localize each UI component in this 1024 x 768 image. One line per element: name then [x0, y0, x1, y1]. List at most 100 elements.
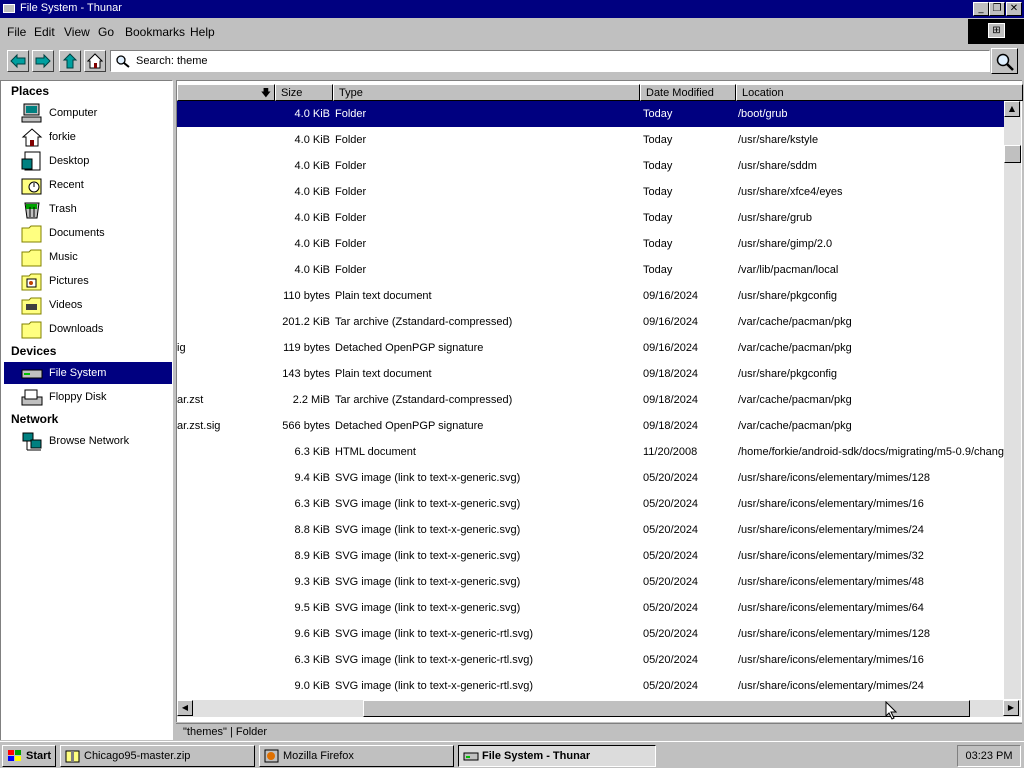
vertical-scroll-thumb[interactable]	[1004, 145, 1021, 163]
side-pane: Places Computer forkie Desktop Recent Tr…	[0, 80, 173, 740]
sidebar-item-file-system[interactable]: File System	[4, 362, 172, 384]
file-row[interactable]: 4.0 KiB Folder Today/usr/share/sddm	[177, 153, 1005, 179]
file-type: SVG image (link to text-x-generic.svg)	[335, 576, 521, 588]
sidebar-item-downloads[interactable]: Downloads	[4, 318, 172, 340]
file-location: /usr/share/icons/elementary/mimes/16	[738, 654, 924, 666]
file-date: 05/20/2024	[643, 472, 699, 484]
file-row[interactable]: 8.9 KiB SVG image (link to text-x-generic…	[177, 543, 1005, 569]
scroll-up-arrow[interactable]: ▲	[1004, 101, 1020, 117]
horizontal-scroll-thumb[interactable]	[363, 700, 970, 717]
file-type: Folder	[335, 108, 367, 120]
file-type: SVG image (link to text-x-generic.svg)	[335, 472, 521, 484]
sidebar-item-forkie[interactable]: forkie	[4, 126, 172, 148]
file-row[interactable]: 9.5 KiB SVG image (link to text-x-generic…	[177, 595, 1005, 621]
file-row[interactable]: ar.zst.sig 566 bytes Detached OpenPGP sign…	[177, 413, 1005, 439]
menu-help[interactable]: Help	[190, 25, 215, 39]
sidebar-item-recent[interactable]: Recent	[4, 174, 172, 196]
file-location: /var/cache/pacman/pkg	[738, 342, 852, 354]
file-row[interactable]: 4.0 KiB Folder Today/usr/share/grub	[177, 205, 1005, 231]
sidebar-item-desktop[interactable]: Desktop	[4, 150, 172, 172]
column-header-name[interactable]: 🡇	[177, 84, 275, 101]
maximize-button[interactable]: ❐	[989, 2, 1005, 16]
file-row[interactable]: 4.0 KiB Folder Today/usr/share/xfce4/eyes	[177, 179, 1005, 205]
firefox-icon	[264, 749, 279, 763]
forward-button[interactable]	[32, 50, 54, 72]
file-row[interactable]: ig 119 bytes Detached OpenPGP signature 09/…	[177, 335, 1005, 361]
column-header-type[interactable]: Type	[333, 84, 640, 101]
close-button[interactable]: ✕	[1006, 2, 1022, 16]
column-header-location[interactable]: Location	[736, 84, 1023, 101]
task-file-system-thunar[interactable]: File System - Thunar	[458, 745, 656, 767]
desktop-icon	[21, 151, 41, 171]
file-date: Today	[643, 134, 673, 146]
menu-bookmarks[interactable]: Bookmarks	[125, 25, 185, 39]
up-button[interactable]	[59, 50, 81, 72]
start-label: Start	[26, 750, 52, 762]
file-row[interactable]: 9.3 KiB SVG image (link to text-x-generic…	[177, 569, 1005, 595]
sidebar-item-documents[interactable]: Documents	[4, 222, 172, 244]
sidebar-item-browse-network[interactable]: Browse Network	[4, 430, 172, 452]
file-name: ig	[177, 342, 186, 354]
file-row[interactable]: 6.3 KiB SVG image (link to text-x-generic…	[177, 491, 1005, 517]
file-row[interactable]: 6.3 KiB SVG image (link to text-x-generic…	[177, 647, 1005, 673]
column-header-size[interactable]: Size	[275, 84, 333, 101]
file-size: 566 bytes	[282, 420, 330, 432]
file-row[interactable]: 9.0 KiB SVG image (link to text-x-generic…	[177, 673, 1005, 699]
home-icon	[21, 128, 43, 147]
menu-edit[interactable]: Edit	[34, 25, 55, 39]
sidebar-item-label: Floppy Disk	[49, 391, 107, 403]
file-row[interactable]: 143 bytes Plain text document 09/18/2024/u…	[177, 361, 1005, 387]
back-button[interactable]	[7, 50, 29, 72]
sidebar-item-trash[interactable]: Trash	[4, 198, 172, 220]
file-date: 09/18/2024	[643, 394, 699, 406]
menu-go[interactable]: Go	[98, 25, 114, 39]
file-row[interactable]: 8.8 KiB SVG image (link to text-x-generic…	[177, 517, 1005, 543]
task-mozilla-firefox[interactable]: Mozilla Firefox	[259, 745, 454, 767]
file-rows: 4.0 KiB Folder Today/boot/grub 4.0 KiB Folde…	[177, 101, 1005, 703]
column-header-date[interactable]: Date Modified	[640, 84, 736, 101]
file-size: 4.0 KiB	[294, 186, 330, 198]
sidebar-item-floppy-disk[interactable]: Floppy Disk	[4, 386, 172, 408]
sidebar-item-videos[interactable]: Videos	[4, 294, 172, 316]
file-location: /var/lib/pacman/local	[738, 264, 839, 276]
file-row[interactable]: 4.0 KiB Folder Today/var/lib/pacman/local	[177, 257, 1005, 283]
file-size: 119 bytes	[283, 342, 330, 354]
start-button[interactable]: Start	[2, 745, 56, 767]
sidebar-item-computer[interactable]: Computer	[4, 102, 172, 124]
search-button[interactable]	[991, 48, 1018, 74]
file-size: 9.6 KiB	[294, 628, 330, 640]
file-row[interactable]: 4.0 KiB Folder Today/usr/share/gimp/2.0	[177, 231, 1005, 257]
file-size: 6.3 KiB	[294, 446, 330, 458]
search-input[interactable]: Search: theme	[110, 50, 990, 72]
file-row[interactable]: 9.6 KiB SVG image (link to text-x-generic…	[177, 621, 1005, 647]
menu-view[interactable]: View	[64, 25, 90, 39]
file-row[interactable]: 4.0 KiB Folder Today/usr/share/kstyle	[177, 127, 1005, 153]
menu-file[interactable]: File	[7, 25, 26, 39]
drive-icon	[463, 752, 479, 761]
file-row[interactable]: 6.3 KiB HTML document 11/20/2008/home/fork…	[177, 439, 1005, 465]
file-row[interactable]: 201.2 KiB Tar archive (Zstandard-compress…	[177, 309, 1005, 335]
sidebar-item-pictures[interactable]: Pictures	[4, 270, 172, 292]
file-row[interactable]: 4.0 KiB Folder Today/boot/grub	[177, 101, 1005, 127]
music-folder-icon	[21, 249, 42, 267]
network-heading: Network	[11, 412, 59, 426]
file-location: /var/cache/pacman/pkg	[738, 394, 852, 406]
file-size: 4.0 KiB	[294, 212, 330, 224]
file-size: 4.0 KiB	[294, 108, 330, 120]
vertical-scrollbar[interactable]: ▲	[1004, 101, 1021, 699]
file-type: SVG image (link to text-x-generic.svg)	[335, 602, 521, 614]
file-row[interactable]: 9.4 KiB SVG image (link to text-x-generic…	[177, 465, 1005, 491]
file-row[interactable]: 110 bytes Plain text document 09/16/2024/u…	[177, 283, 1005, 309]
scroll-right-arrow[interactable]: ▶	[1003, 700, 1019, 716]
task-label: Mozilla Firefox	[283, 750, 354, 762]
file-location: /usr/share/icons/elementary/mimes/64	[738, 602, 924, 614]
scroll-left-arrow[interactable]: ◀	[177, 700, 193, 716]
minimize-button[interactable]: _	[973, 2, 989, 16]
file-type: Detached OpenPGP signature	[335, 342, 484, 354]
task-chicago95-zip[interactable]: Chicago95-master.zip	[60, 745, 255, 767]
home-button[interactable]	[84, 50, 106, 72]
file-row[interactable]: ar.zst 2.2 MiB Tar archive (Zstandard-comp…	[177, 387, 1005, 413]
throbber: ⊞	[968, 19, 1024, 44]
task-label: File System - Thunar	[482, 750, 591, 762]
sidebar-item-music[interactable]: Music	[4, 246, 172, 268]
